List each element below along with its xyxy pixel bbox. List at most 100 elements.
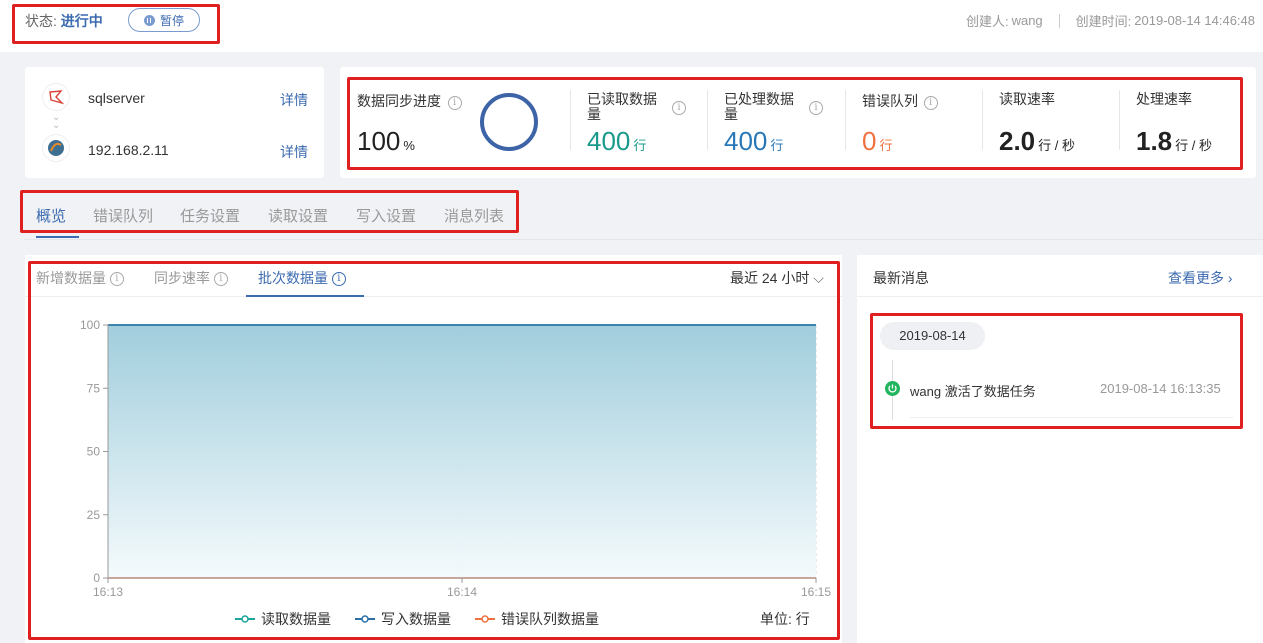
batch-data-chart: 0 25 50 75 100 16:13 16:14 16:15 bbox=[80, 318, 831, 599]
range-select[interactable]: 最近 24 小时 ⌵ bbox=[730, 268, 824, 288]
metric-divider bbox=[707, 90, 708, 150]
legend-line-icon bbox=[475, 615, 495, 623]
progress-label: 数据同步进度 bbox=[357, 93, 441, 109]
progress-ring bbox=[480, 93, 538, 151]
pause-button[interactable]: 暂停 bbox=[128, 8, 200, 32]
legend-item[interactable]: 读取数据量 bbox=[235, 609, 331, 629]
status-area: 状态: 进行中 bbox=[25, 11, 103, 31]
power-icon bbox=[885, 381, 900, 396]
error-value-row: 0行 bbox=[862, 126, 892, 157]
read-rate-value: 2.0 bbox=[999, 126, 1036, 156]
message-time: 2019-08-14 16:13:35 bbox=[1100, 381, 1221, 396]
x-tick-label: 16:13 bbox=[93, 585, 123, 599]
subtab-batch-data[interactable]: 批次数据量 i bbox=[258, 268, 346, 288]
tab-error-queue[interactable]: 错误队列 bbox=[93, 205, 153, 226]
view-more-link[interactable]: 查看更多 › bbox=[1168, 268, 1233, 288]
info-icon[interactable]: i bbox=[923, 95, 938, 110]
pause-icon bbox=[143, 14, 155, 26]
messages-title: 最新消息 bbox=[873, 270, 929, 286]
task-meta: 创建人: wang 创建时间: 2019-08-14 14:46:48 bbox=[966, 11, 1255, 30]
subtab-sync-rate[interactable]: 同步速率 i bbox=[154, 268, 228, 288]
info-icon[interactable]: i bbox=[809, 101, 823, 115]
legend-line-icon bbox=[235, 615, 255, 623]
subtab-new-data[interactable]: 新增数据量 i bbox=[36, 268, 124, 288]
pause-label: 暂停 bbox=[159, 13, 184, 28]
y-tick-label: 0 bbox=[93, 571, 100, 585]
read-rate-value-row: 2.0 行 / 秒 bbox=[999, 126, 1075, 157]
legend-item[interactable]: 错误队列数据量 bbox=[475, 609, 599, 629]
process-rate-label: 处理速率 bbox=[1136, 91, 1192, 107]
read-rate-label: 读取速率 bbox=[999, 91, 1055, 107]
main-tabs: 概览 错误队列 任务设置 读取设置 写入设置 消息列表 bbox=[25, 190, 1263, 240]
destination-name: 192.168.2.11 bbox=[88, 142, 169, 158]
messages-panel: 最新消息 查看更多 › 2019-08-14 wang 激活了数据任务 2019… bbox=[857, 255, 1263, 643]
source-detail-link[interactable]: 详情 bbox=[280, 90, 308, 110]
legend-label: 读取数据量 bbox=[261, 611, 331, 627]
processed-unit: 行 bbox=[770, 138, 784, 153]
chevron-right-icon: › bbox=[1227, 270, 1233, 286]
read-value: 400 bbox=[587, 126, 631, 156]
chart-subtabs: 新增数据量 i 同步速率 i 批次数据量 i 最近 24 小时 ⌵ bbox=[25, 255, 842, 297]
info-icon: i bbox=[331, 272, 346, 287]
status-label: 状态: bbox=[25, 13, 57, 29]
message-date-badge: 2019-08-14 bbox=[880, 322, 985, 350]
legend-label: 错误队列数据量 bbox=[501, 611, 599, 627]
chart-legend: 读取数据量 写入数据量 错误队列数据量 bbox=[235, 609, 599, 629]
y-tick-label: 50 bbox=[87, 445, 101, 459]
top-bar: 状态: 进行中 暂停 创建人: wang 创建时间: 2019-08-14 14… bbox=[0, 0, 1263, 52]
info-icon: i bbox=[213, 272, 228, 287]
processed-label: 已处理数据量 bbox=[724, 91, 794, 122]
legend-item[interactable]: 写入数据量 bbox=[355, 609, 451, 629]
metric-read-rate: 读取速率 bbox=[999, 92, 1055, 107]
legend-label: 写入数据量 bbox=[381, 611, 451, 627]
progress-value-row: 100% bbox=[357, 126, 415, 157]
tab-task-settings[interactable]: 任务设置 bbox=[180, 205, 240, 226]
creator-value: wang bbox=[1011, 13, 1043, 28]
meta-divider bbox=[1058, 13, 1060, 28]
creator-label: 创建人: bbox=[965, 14, 1009, 29]
connection-card: sqlserver 详情 ⌄ ⌄ 192.168.2.11 详情 bbox=[25, 67, 324, 178]
destination-detail-link[interactable]: 详情 bbox=[280, 142, 308, 162]
messages-header: 最新消息 查看更多 › bbox=[857, 255, 1263, 297]
message-text: wang 激活了数据任务 bbox=[910, 384, 1036, 399]
source-name: sqlserver bbox=[88, 90, 145, 106]
error-unit: 行 bbox=[879, 138, 893, 153]
series-area bbox=[108, 325, 816, 578]
error-label: 错误队列 bbox=[862, 93, 918, 109]
created-value: 2019-08-14 14:46:48 bbox=[1134, 13, 1255, 28]
x-tick-label: 16:15 bbox=[801, 585, 831, 599]
metric-process-rate: 处理速率 bbox=[1136, 92, 1192, 107]
read-value-row: 400 行 bbox=[587, 126, 646, 157]
tab-overview[interactable]: 概览 bbox=[36, 205, 66, 226]
tab-read-settings[interactable]: 读取设置 bbox=[268, 205, 328, 226]
info-icon[interactable]: i bbox=[447, 95, 462, 110]
subtab-active-indicator bbox=[246, 295, 364, 297]
message-divider bbox=[910, 417, 1233, 418]
chart-unit: 单位: 行 bbox=[760, 611, 810, 627]
processed-value-row: 400 行 bbox=[724, 126, 783, 157]
read-unit: 行 bbox=[633, 138, 647, 153]
tab-message-list[interactable]: 消息列表 bbox=[444, 205, 504, 226]
process-rate-value-row: 1.8 行 / 秒 bbox=[1136, 126, 1212, 157]
y-tick-label: 100 bbox=[80, 318, 100, 332]
error-value: 0 bbox=[862, 126, 877, 156]
process-rate-value: 1.8 bbox=[1136, 126, 1173, 156]
tab-write-settings[interactable]: 写入设置 bbox=[356, 205, 416, 226]
tab-active-indicator bbox=[36, 236, 79, 238]
mysql-logo-icon bbox=[42, 134, 70, 162]
processed-value: 400 bbox=[724, 126, 768, 156]
metric-progress: 数据同步进度 i bbox=[357, 94, 462, 110]
progress-unit: % bbox=[403, 138, 415, 153]
info-icon: i bbox=[109, 272, 124, 287]
status-value: 进行中 bbox=[60, 13, 103, 29]
progress-value: 100 bbox=[357, 126, 401, 156]
metric-divider bbox=[570, 90, 571, 150]
progress-ring-arc bbox=[480, 93, 538, 151]
y-tick-label: 75 bbox=[87, 381, 101, 395]
read-label: 已读取数据量 bbox=[587, 91, 657, 122]
info-icon[interactable]: i bbox=[672, 101, 686, 115]
metric-divider bbox=[845, 90, 846, 150]
process-rate-unit: 行 / 秒 bbox=[1175, 138, 1212, 153]
read-rate-unit: 行 / 秒 bbox=[1038, 138, 1075, 153]
x-tick-label: 16:14 bbox=[447, 585, 477, 599]
